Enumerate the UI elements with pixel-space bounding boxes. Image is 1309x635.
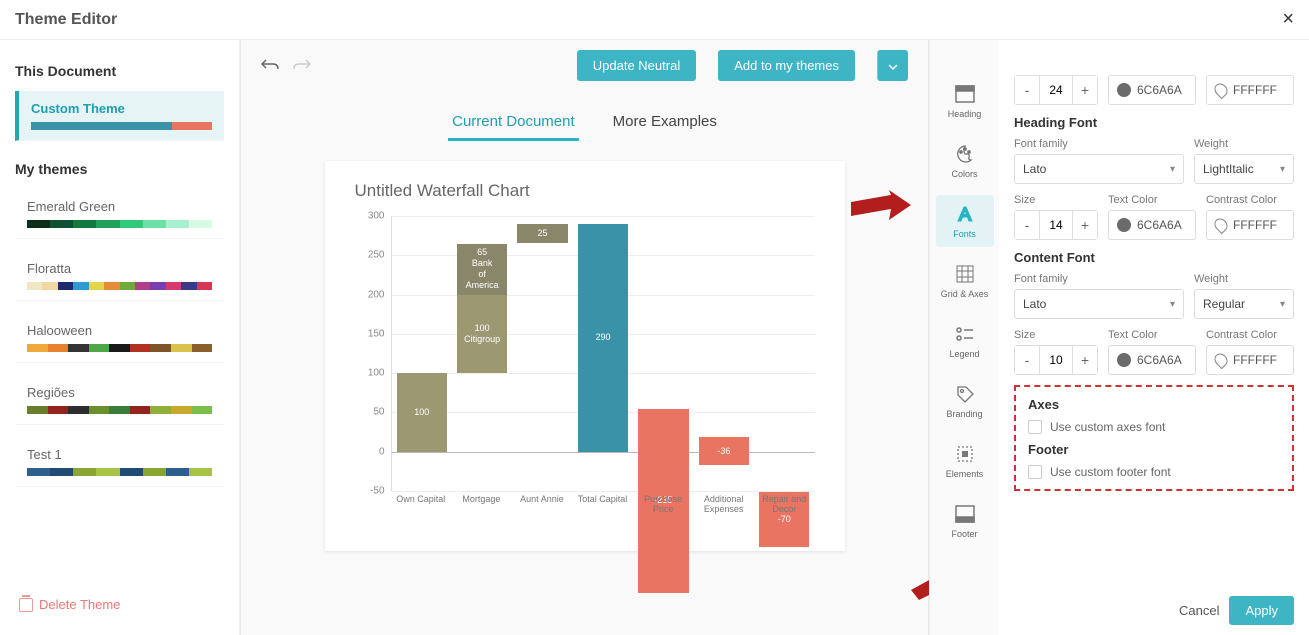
- theme-card[interactable]: Regiões: [15, 375, 224, 425]
- theme-name: Custom Theme: [31, 101, 212, 116]
- size-input[interactable]: [1039, 346, 1073, 374]
- content-font-family-select[interactable]: Lato ▾: [1014, 289, 1184, 319]
- theme-palette: [31, 122, 212, 130]
- add-to-themes-button[interactable]: Add to my themes: [718, 50, 855, 81]
- size-input[interactable]: [1039, 76, 1073, 104]
- theme-palette: [27, 220, 212, 228]
- chart-preview: Untitled Waterfall Chart -50050100150200…: [325, 161, 845, 551]
- footer-section: Footer: [1028, 442, 1280, 457]
- increment-button[interactable]: +: [1073, 346, 1097, 374]
- undo-icon[interactable]: [261, 58, 279, 72]
- theme-palette: [27, 344, 212, 352]
- theme-card[interactable]: Floratta: [15, 251, 224, 301]
- decrement-button[interactable]: -: [1015, 346, 1039, 374]
- chart-title: Untitled Waterfall Chart: [355, 181, 815, 201]
- font-icon: [954, 203, 976, 225]
- drop-icon: [1212, 351, 1230, 369]
- chevron-down-icon: ▾: [1170, 164, 1175, 175]
- content-text-color[interactable]: 6C6A6A: [1108, 345, 1196, 375]
- theme-palette: [27, 282, 212, 290]
- trash-icon: [19, 598, 33, 612]
- title-size-stepper[interactable]: - +: [1014, 75, 1098, 105]
- legend-icon: [954, 323, 976, 345]
- heading-size-stepper[interactable]: - +: [1014, 210, 1098, 240]
- delete-theme-label: Delete Theme: [39, 597, 120, 612]
- elements-icon: [954, 443, 976, 465]
- sidebar-section-this-document: This Document: [15, 63, 224, 79]
- theme-name: Emerald Green: [27, 199, 212, 214]
- tab-current-document[interactable]: Current Document: [448, 105, 579, 141]
- footer-font-checkbox[interactable]: [1028, 465, 1042, 479]
- sidebar: This Document Custom Theme My themes Eme…: [0, 40, 240, 635]
- heading-font-family-select[interactable]: Lato ▾: [1014, 154, 1184, 184]
- category-strip: Heading Colors Fonts Grid & Axes Legend …: [929, 40, 999, 635]
- category-heading[interactable]: Heading: [936, 75, 994, 127]
- category-colors[interactable]: Colors: [936, 135, 994, 187]
- palette-icon: [954, 143, 976, 165]
- theme-palette: [27, 406, 212, 414]
- heading-font-section: Heading Font: [1014, 115, 1294, 130]
- update-neutral-button[interactable]: Update Neutral: [577, 50, 696, 81]
- tag-icon: [954, 383, 976, 405]
- theme-card[interactable]: Emerald Green: [15, 189, 224, 239]
- decrement-button[interactable]: -: [1015, 76, 1039, 104]
- apply-button[interactable]: Apply: [1229, 596, 1294, 625]
- theme-name: Regiões: [27, 385, 212, 400]
- grid-icon: [954, 263, 976, 285]
- add-to-themes-dropdown[interactable]: [877, 50, 908, 81]
- axes-section: Axes: [1028, 397, 1280, 412]
- chevron-down-icon: ▾: [1280, 299, 1285, 310]
- category-legend[interactable]: Legend: [936, 315, 994, 367]
- properties-panel: - + 6C6A6A FFFFFF Heading Font Font fami…: [999, 40, 1309, 635]
- content-font-section: Content Font: [1014, 250, 1294, 265]
- delete-theme-button[interactable]: Delete Theme: [15, 589, 224, 620]
- annotation-highlight: Axes Use custom axes font Footer Use cus…: [1014, 385, 1294, 491]
- theme-card-custom[interactable]: Custom Theme: [15, 91, 224, 141]
- tab-more-examples[interactable]: More Examples: [609, 105, 721, 141]
- annotation-arrow: [851, 190, 911, 230]
- theme-name: Halooween: [27, 323, 212, 338]
- theme-palette: [27, 468, 212, 476]
- close-icon[interactable]: ×: [1282, 8, 1294, 31]
- theme-card[interactable]: Halooween: [15, 313, 224, 363]
- heading-contrast-color[interactable]: FFFFFF: [1206, 210, 1294, 240]
- axes-font-checkbox[interactable]: [1028, 420, 1042, 434]
- drop-icon: [1212, 216, 1230, 234]
- page-title: Theme Editor: [15, 11, 117, 29]
- chevron-down-icon: ▾: [1280, 164, 1285, 175]
- color-swatch: [1117, 83, 1131, 97]
- title-contrast-color[interactable]: FFFFFF: [1206, 75, 1294, 105]
- category-branding[interactable]: Branding: [936, 375, 994, 427]
- canvas-area: Update Neutral Add to my themes Current …: [240, 40, 929, 635]
- content-contrast-color[interactable]: FFFFFF: [1206, 345, 1294, 375]
- footer-icon: [954, 503, 976, 525]
- color-swatch: [1117, 218, 1131, 232]
- cancel-button[interactable]: Cancel: [1179, 603, 1219, 618]
- category-elements[interactable]: Elements: [936, 435, 994, 487]
- redo-icon[interactable]: [293, 58, 311, 72]
- theme-name: Floratta: [27, 261, 212, 276]
- theme-card[interactable]: Test 1: [15, 437, 224, 487]
- decrement-button[interactable]: -: [1015, 211, 1039, 239]
- category-grid-axes[interactable]: Grid & Axes: [936, 255, 994, 307]
- heading-text-color[interactable]: 6C6A6A: [1108, 210, 1196, 240]
- category-fonts[interactable]: Fonts: [936, 195, 994, 247]
- category-footer[interactable]: Footer: [936, 495, 994, 547]
- increment-button[interactable]: +: [1073, 211, 1097, 239]
- color-swatch: [1117, 353, 1131, 367]
- content-size-stepper[interactable]: - +: [1014, 345, 1098, 375]
- size-input[interactable]: [1039, 211, 1073, 239]
- theme-name: Test 1: [27, 447, 212, 462]
- heading-icon: [954, 83, 976, 105]
- chevron-down-icon: ▾: [1170, 299, 1175, 310]
- footer-font-label: Use custom footer font: [1050, 465, 1171, 479]
- axes-font-label: Use custom axes font: [1050, 420, 1165, 434]
- heading-font-weight-select[interactable]: LightItalic ▾: [1194, 154, 1294, 184]
- increment-button[interactable]: +: [1073, 76, 1097, 104]
- drop-icon: [1212, 81, 1230, 99]
- sidebar-section-my-themes: My themes: [15, 161, 224, 177]
- title-text-color[interactable]: 6C6A6A: [1108, 75, 1196, 105]
- content-font-weight-select[interactable]: Regular ▾: [1194, 289, 1294, 319]
